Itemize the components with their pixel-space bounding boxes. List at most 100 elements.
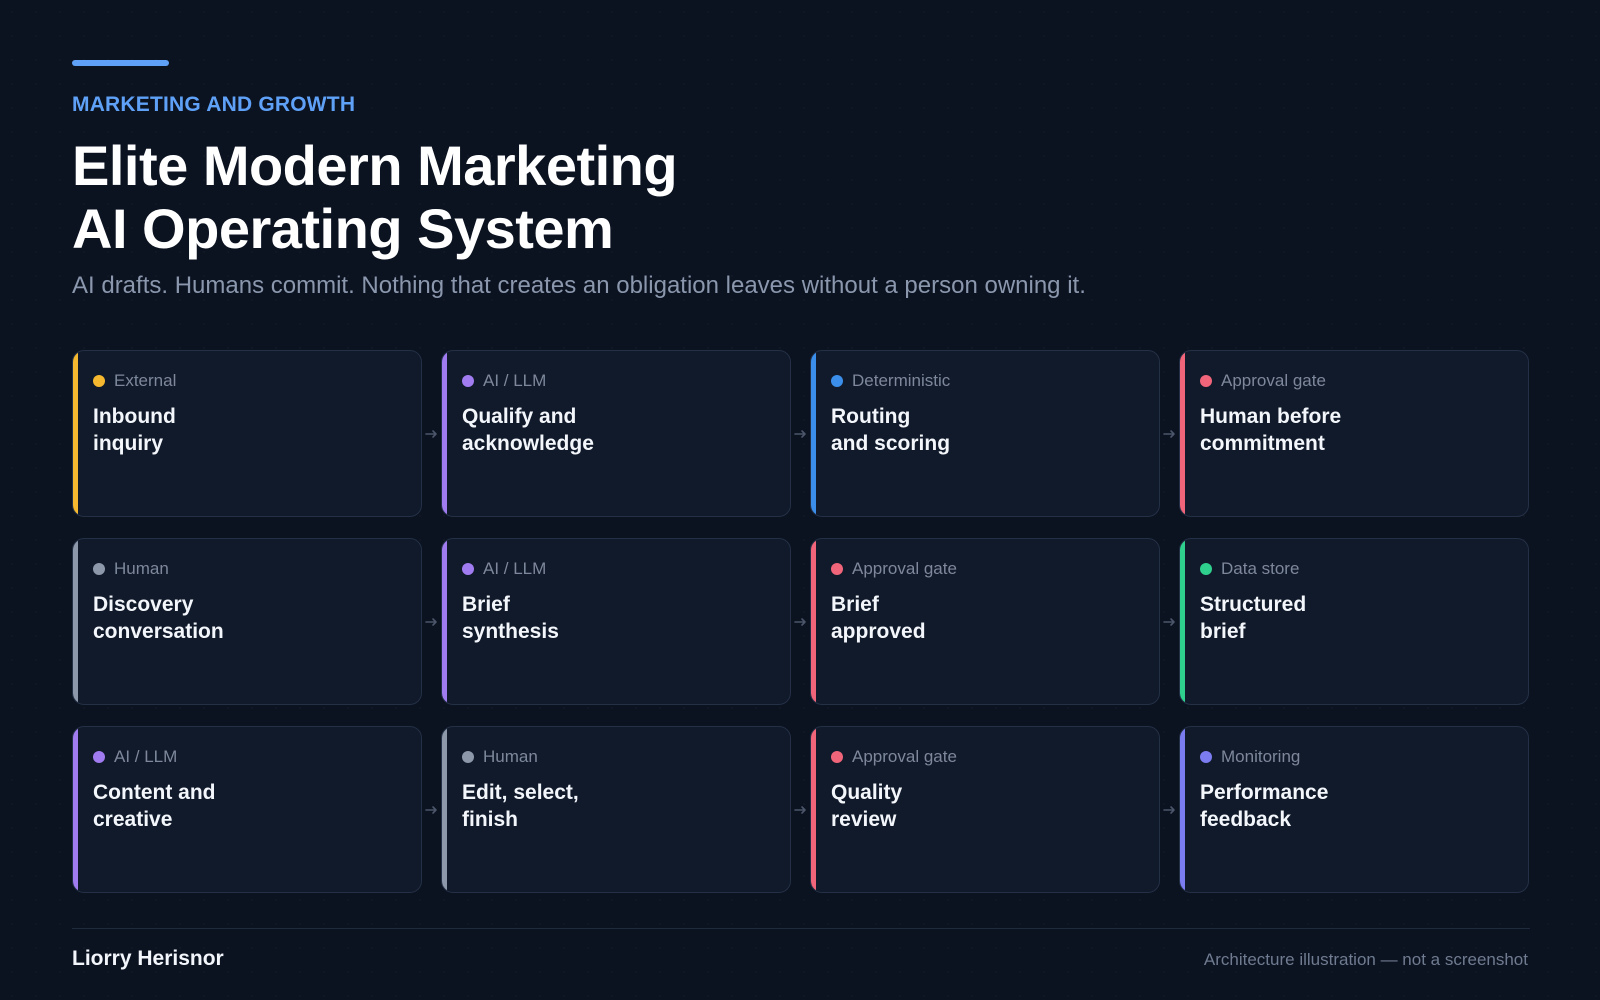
node-type-dot-icon (831, 563, 843, 575)
node-title-line: Performance (1200, 781, 1329, 804)
flow-row: Human Discovery conversation AI / LLM Brief s… (72, 538, 1530, 705)
node-type-label: AI / LLM (483, 559, 547, 578)
node-type-label: Deterministic (852, 371, 951, 390)
node-type-label: Data store (1221, 559, 1300, 578)
node-type-dot-icon (831, 751, 843, 763)
node-title-line: inquiry (93, 432, 164, 455)
node-type-stripe (811, 539, 816, 704)
node-type-label: External (114, 371, 177, 390)
node-type-stripe (1180, 539, 1185, 704)
flow-arrow-icon (1160, 350, 1179, 517)
node-title-line: acknowledge (462, 432, 594, 455)
footer-divider (72, 928, 1530, 929)
node-type-label: Approval gate (1221, 371, 1326, 390)
node-type-stripe (73, 351, 78, 516)
flow-node-card: Approval gate Quality review (810, 726, 1160, 893)
node-type-label: Human (114, 559, 169, 578)
node-title-line: Quality (831, 781, 903, 804)
node-title: Discovery conversation (93, 591, 224, 645)
flow-node-card: Monitoring Performance feedback (1179, 726, 1529, 893)
node-type-dot-icon (462, 375, 474, 387)
node-type-dot-icon (93, 563, 105, 575)
flow-arrow-icon (422, 726, 441, 893)
node-type-dot-icon (1200, 375, 1212, 387)
node-type-tag: Approval gate (831, 747, 957, 767)
page: MARKETING AND GROWTH Elite Modern Market… (0, 0, 1600, 1000)
node-type-tag: Data store (1200, 559, 1299, 579)
node-title: Qualify and acknowledge (462, 403, 594, 457)
node-type-stripe (811, 727, 816, 892)
node-type-label: AI / LLM (483, 371, 547, 390)
node-type-stripe (442, 539, 447, 704)
node-type-tag: Human (462, 747, 538, 767)
flow-node-card: Approval gate Human before commitment (1179, 350, 1529, 517)
node-type-dot-icon (93, 375, 105, 387)
node-title-line: synthesis (462, 620, 559, 643)
node-title: Inbound inquiry (93, 403, 176, 457)
node-title-line: Brief (831, 593, 879, 616)
eyebrow-label: MARKETING AND GROWTH (72, 93, 356, 116)
node-title: Human before commitment (1200, 403, 1341, 457)
node-title-line: Qualify and (462, 405, 577, 428)
node-title: Performance feedback (1200, 779, 1328, 833)
node-title-line: approved (831, 620, 926, 643)
node-title-line: Brief (462, 593, 510, 616)
node-title: Structured brief (1200, 591, 1306, 645)
node-type-dot-icon (831, 375, 843, 387)
flow-node-card: AI / LLM Brief synthesis (441, 538, 791, 705)
flow-node-card: Approval gate Brief approved (810, 538, 1160, 705)
node-type-dot-icon (1200, 751, 1212, 763)
node-title: Edit, select, finish (462, 779, 579, 833)
node-type-tag: Monitoring (1200, 747, 1300, 767)
node-type-stripe (73, 727, 78, 892)
node-title-line: commitment (1200, 432, 1325, 455)
flow-node-card: Human Discovery conversation (72, 538, 422, 705)
node-title: Content and creative (93, 779, 215, 833)
flow-row: AI / LLM Content and creative Human Edit, se… (72, 726, 1530, 893)
node-title: Brief approved (831, 591, 926, 645)
page-title: Elite Modern Marketing AI Operating Syst… (72, 134, 678, 260)
node-type-dot-icon (1200, 563, 1212, 575)
node-type-tag: AI / LLM (93, 747, 177, 767)
flow-row: External Inbound inquiry AI / LLM Qualify an… (72, 350, 1530, 517)
node-type-tag: AI / LLM (462, 559, 546, 579)
page-subtitle: AI drafts. Humans commit. Nothing that c… (72, 272, 1086, 299)
flow-node-card: Deterministic Routing and scoring (810, 350, 1160, 517)
node-type-label: Human (483, 747, 538, 766)
node-type-stripe (442, 727, 447, 892)
node-type-stripe (442, 351, 447, 516)
node-title-line: Content and (93, 781, 216, 804)
node-title-line: Discovery (93, 593, 194, 616)
node-type-stripe (73, 539, 78, 704)
node-type-dot-icon (93, 751, 105, 763)
footer-disclaimer: Architecture illustration — not a screen… (1203, 950, 1528, 969)
node-type-stripe (1180, 351, 1185, 516)
flow-arrow-icon (791, 726, 810, 893)
node-type-stripe (811, 351, 816, 516)
node-title-line: Structured (1200, 593, 1307, 616)
node-title-line: feedback (1200, 808, 1292, 831)
flow-arrow-icon (791, 350, 810, 517)
node-title-line: Inbound (93, 405, 176, 428)
flow-node-card: Human Edit, select, finish (441, 726, 791, 893)
flow-arrow-icon (791, 538, 810, 705)
node-type-tag: Approval gate (831, 559, 957, 579)
flow-arrow-icon (1160, 726, 1179, 893)
node-title-line: conversation (93, 620, 224, 643)
node-type-tag: Human (93, 559, 169, 579)
node-title-line: brief (1200, 620, 1246, 643)
flow-node-card: AI / LLM Content and creative (72, 726, 422, 893)
page-title-line: Elite Modern Marketing (72, 134, 678, 197)
node-title-line: Routing (831, 405, 911, 428)
node-title-line: Edit, select, (462, 781, 579, 804)
author-name: Liorry Herisnor (72, 947, 224, 970)
node-type-stripe (1180, 727, 1185, 892)
node-title-line: review (831, 808, 897, 831)
node-title: Routing and scoring (831, 403, 950, 457)
node-type-label: Approval gate (852, 559, 957, 578)
node-title: Brief synthesis (462, 591, 559, 645)
flow-node-card: Data store Structured brief (1179, 538, 1529, 705)
flow-diagram: External Inbound inquiry AI / LLM Qualify an… (72, 350, 1530, 914)
node-type-tag: External (93, 371, 176, 391)
node-type-label: Approval gate (852, 747, 957, 766)
